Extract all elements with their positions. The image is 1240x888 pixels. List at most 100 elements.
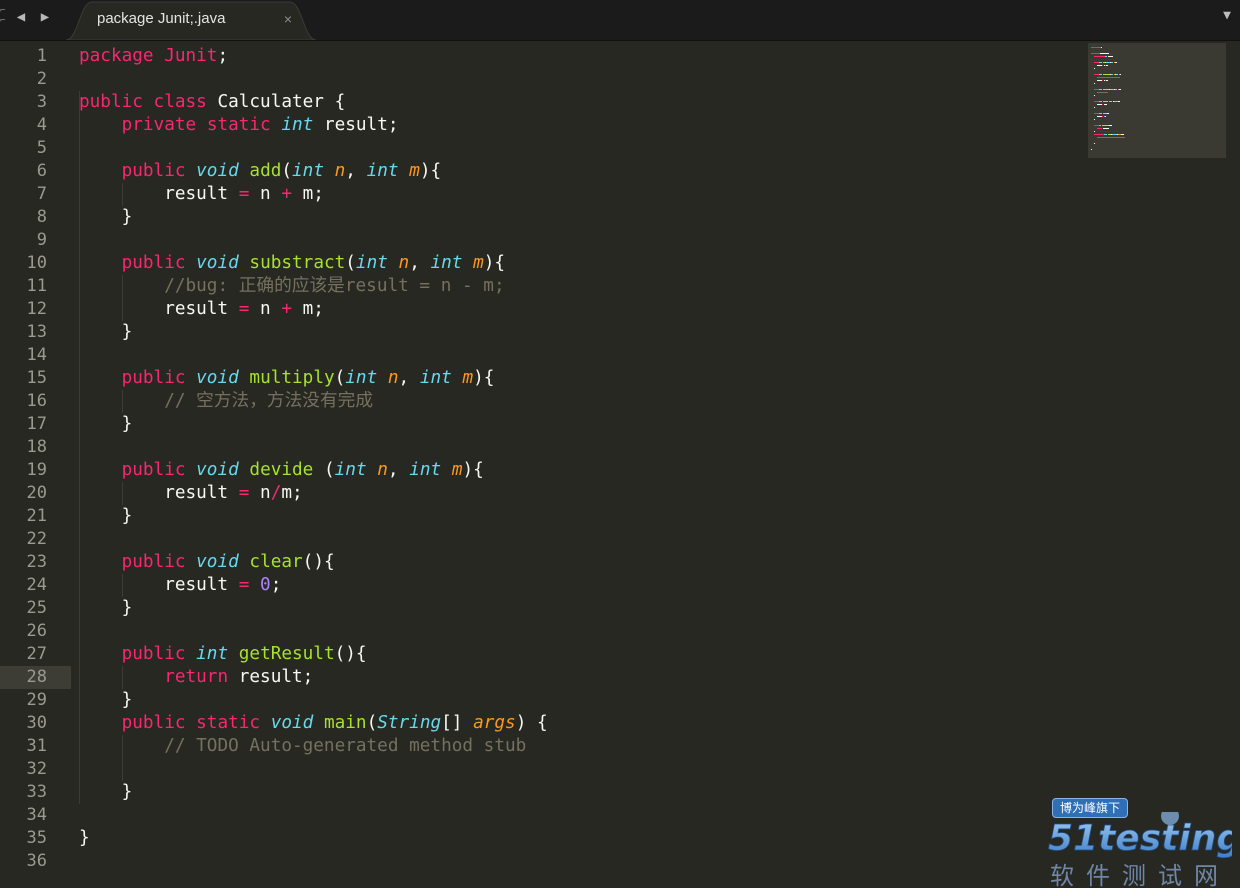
code-line[interactable]: package Junit; bbox=[79, 45, 228, 68]
code-line[interactable]: } bbox=[79, 827, 90, 850]
code-token: public bbox=[121, 253, 197, 273]
code-token: public bbox=[121, 644, 197, 664]
tab-active-file[interactable]: package Junit;.java × bbox=[66, 0, 316, 40]
code-token: int bbox=[196, 644, 229, 664]
code-token: m; bbox=[292, 299, 324, 319]
tab-close-icon[interactable]: × bbox=[281, 10, 295, 28]
line-number: 8 bbox=[36, 207, 47, 227]
code-token: int bbox=[355, 253, 388, 273]
code-token: ){ bbox=[483, 253, 506, 273]
line-number: 28 bbox=[26, 667, 47, 687]
code-token: int bbox=[366, 161, 399, 181]
code-token: n bbox=[398, 253, 410, 273]
vertical-scrollbar[interactable] bbox=[1230, 42, 1240, 888]
code-token: = bbox=[238, 575, 250, 595]
minimap-line bbox=[1094, 83, 1095, 84]
minimap-line bbox=[1103, 128, 1109, 129]
code-token: static bbox=[206, 115, 282, 135]
code-token: 0 bbox=[260, 575, 271, 595]
minimap-line bbox=[1094, 143, 1095, 144]
line-number: 36 bbox=[26, 851, 47, 871]
minimap-line bbox=[1094, 107, 1095, 108]
code-editor[interactable]: package Junit; public class Calculater { … bbox=[79, 42, 1084, 888]
line-number: 2 bbox=[36, 69, 47, 89]
code-line[interactable]: public void substract(int n, int m){ bbox=[79, 252, 505, 275]
minimap-line bbox=[1099, 101, 1103, 102]
line-number: 33 bbox=[26, 782, 47, 802]
minimap-line bbox=[1099, 113, 1103, 114]
code-token: getResult bbox=[238, 644, 335, 664]
code-token: m bbox=[451, 460, 463, 480]
code-line[interactable]: //bug: 正确的应该是result = n - m; bbox=[79, 275, 504, 298]
code-line[interactable]: } bbox=[79, 781, 133, 804]
line-number: 29 bbox=[26, 690, 47, 710]
code-token: n bbox=[377, 460, 388, 480]
code-token: ; bbox=[217, 46, 229, 66]
minimap-line bbox=[1119, 74, 1122, 75]
code-line[interactable]: public void multiply(int n, int m){ bbox=[79, 367, 495, 390]
minimap-line bbox=[1103, 134, 1107, 135]
code-token: ){ bbox=[419, 161, 442, 181]
code-line[interactable]: } bbox=[79, 689, 133, 712]
code-line[interactable]: public static void main(String[] args) { bbox=[79, 712, 548, 735]
window-edge-marker: ⌐ ⌐ bbox=[0, 6, 6, 26]
minimap-line bbox=[1099, 89, 1103, 90]
line-number: 19 bbox=[26, 460, 47, 480]
code-token: , bbox=[387, 460, 410, 480]
line-number: 12 bbox=[26, 299, 47, 319]
minimap-line bbox=[1103, 101, 1108, 102]
code-line[interactable]: result = n/m; bbox=[79, 482, 302, 505]
code-token: void bbox=[196, 161, 239, 181]
code-token: ( bbox=[366, 713, 378, 733]
code-token: int bbox=[430, 253, 463, 273]
tab-bar: ⌐ ⌐ ◀ ▶ package Junit;.java × ▼ bbox=[0, 0, 1240, 41]
code-line[interactable]: // 空方法，方法没有完成 bbox=[79, 390, 373, 413]
code-line[interactable]: private static int result; bbox=[79, 114, 399, 137]
code-line[interactable]: public class Calculater { bbox=[79, 91, 345, 114]
minimap-line bbox=[1110, 89, 1113, 90]
code-token: int bbox=[334, 460, 367, 480]
code-line[interactable]: // TODO Auto-generated method stub bbox=[79, 735, 526, 758]
code-token: + bbox=[281, 299, 292, 319]
code-line[interactable]: } bbox=[79, 321, 133, 344]
code-line[interactable]: } bbox=[79, 597, 133, 620]
minimap-line bbox=[1111, 62, 1114, 63]
code-token: main bbox=[323, 713, 367, 733]
code-token: m bbox=[473, 253, 484, 273]
minimap-line bbox=[1091, 149, 1092, 150]
code-token: = bbox=[238, 184, 250, 204]
code-token: result bbox=[79, 483, 239, 503]
minimap-line bbox=[1115, 74, 1119, 75]
code-line[interactable]: public void add(int n, int m){ bbox=[79, 160, 442, 183]
code-token: n bbox=[387, 368, 399, 388]
line-number-gutter[interactable]: 1 2 3 4 5 6 7 8 9 10 11 12 13 14 15 16 17 18 19 20 21 22 23 24 2… bbox=[0, 42, 72, 888]
minimap-line bbox=[1104, 116, 1106, 117]
line-number: 5 bbox=[36, 138, 47, 158]
tab-menu-chevron-down-icon[interactable]: ▼ bbox=[1220, 8, 1234, 24]
code-line[interactable]: result = n + m; bbox=[79, 298, 324, 321]
code-token: void bbox=[270, 713, 314, 733]
code-line[interactable]: } bbox=[79, 505, 133, 528]
tab-prev-arrow-icon[interactable]: ◀ bbox=[12, 7, 30, 27]
minimap[interactable] bbox=[1088, 43, 1226, 158]
code-line[interactable]: } bbox=[79, 413, 133, 436]
code-line[interactable]: public void devide (int n, int m){ bbox=[79, 459, 484, 482]
minimap-line bbox=[1114, 101, 1117, 102]
code-line[interactable]: } bbox=[79, 206, 133, 229]
line-number: 9 bbox=[36, 230, 47, 250]
code-line[interactable]: result = n + m; bbox=[79, 183, 324, 206]
code-line[interactable]: public void clear(){ bbox=[79, 551, 335, 574]
code-line[interactable]: result = 0; bbox=[79, 574, 281, 597]
code-line[interactable]: return result; bbox=[79, 666, 313, 689]
tab-next-arrow-icon[interactable]: ▶ bbox=[36, 7, 54, 27]
code-line[interactable]: public int getResult(){ bbox=[79, 643, 367, 666]
